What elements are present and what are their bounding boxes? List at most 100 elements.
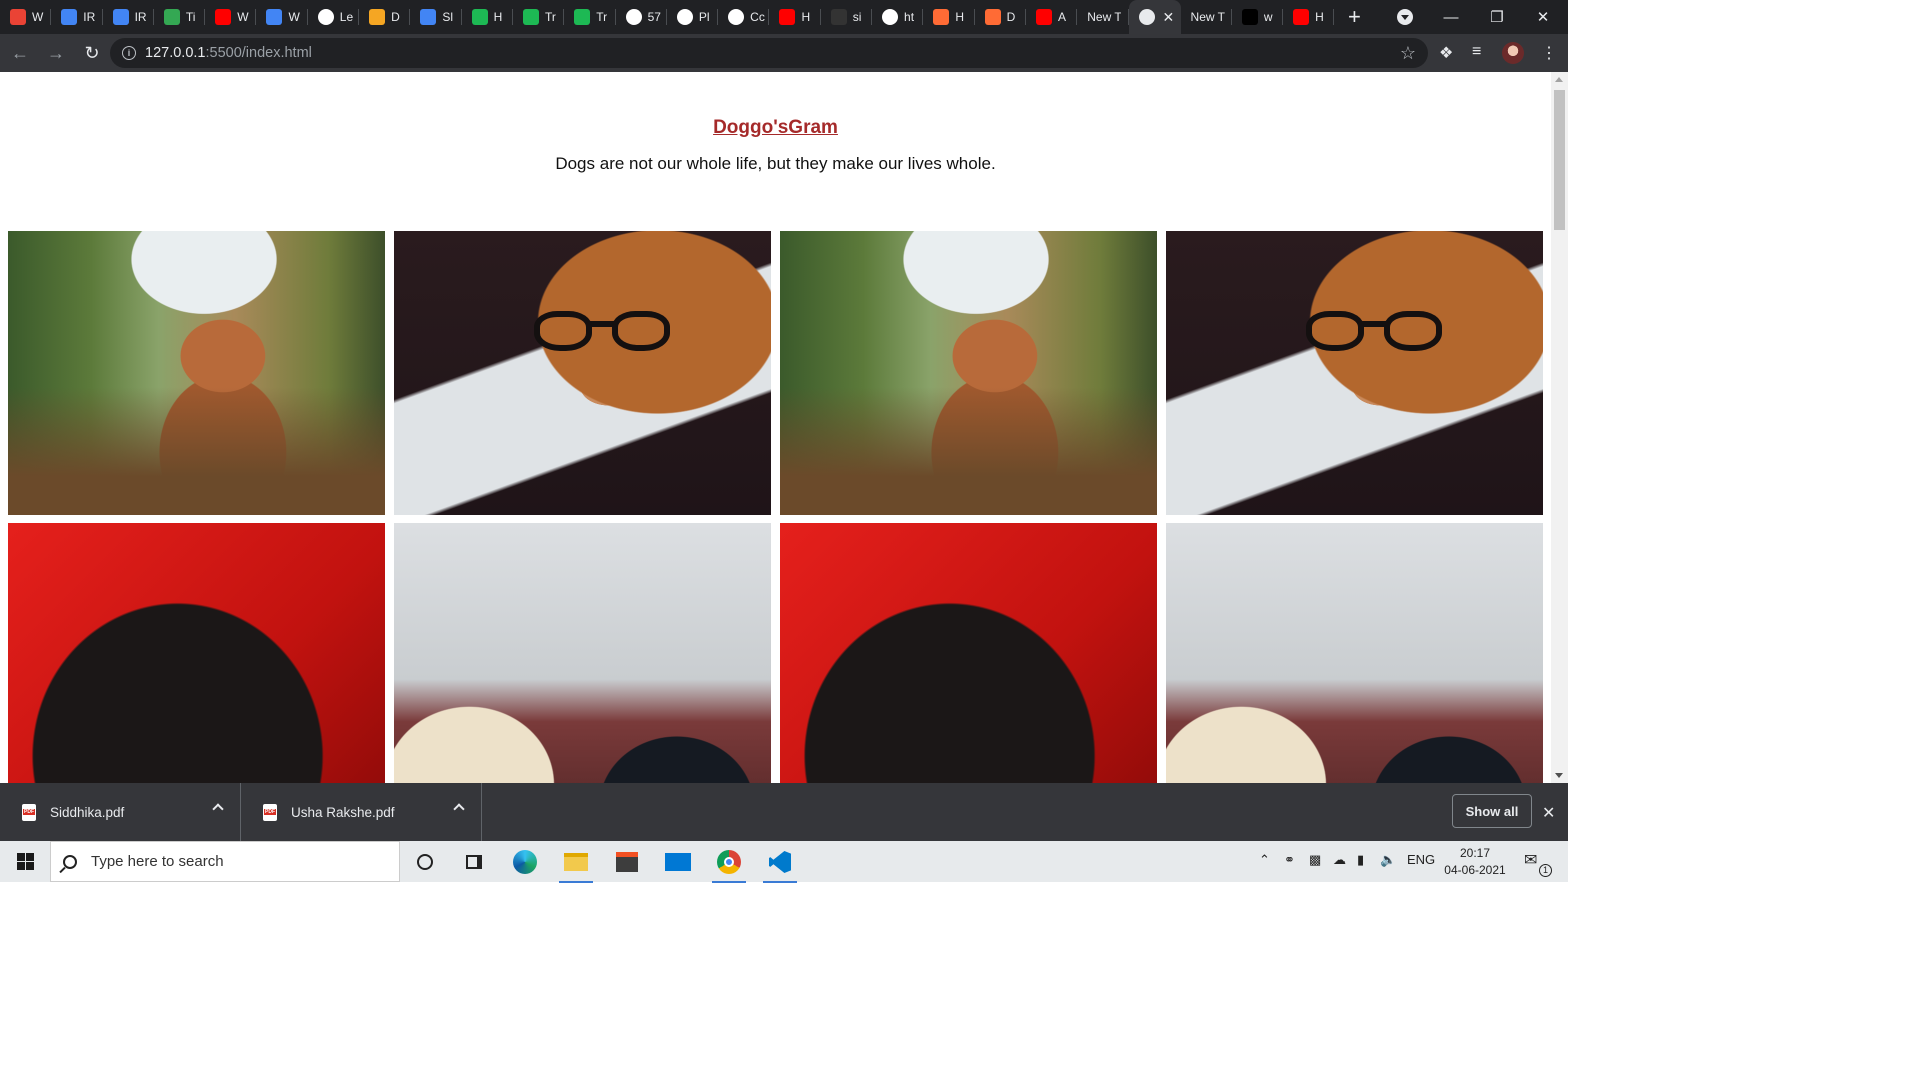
mail-icon[interactable] — [655, 845, 701, 879]
battery-icon[interactable]: ▮ — [1357, 852, 1364, 868]
scroll-down-arrow-icon[interactable] — [1555, 773, 1563, 778]
google-icon — [882, 9, 899, 25]
browser-tab[interactable]: IR — [51, 0, 103, 34]
show-all-downloads-button[interactable]: Show all — [1452, 794, 1532, 828]
site-title-link[interactable]: Doggo'sGram — [0, 117, 1551, 139]
pdf-file-icon — [263, 803, 277, 821]
browser-tab[interactable]: W — [256, 0, 309, 34]
browser-tab[interactable]: W — [205, 0, 257, 34]
show-hidden-icons-chevron-icon[interactable]: ⌃ — [1259, 852, 1270, 868]
youtube-icon — [1035, 9, 1052, 25]
tab-title: D — [391, 10, 400, 24]
close-downloads-icon[interactable]: ✕ — [1542, 803, 1555, 823]
w-icon — [522, 9, 539, 25]
tab-title: W — [32, 10, 44, 24]
dog-photo-grass-dog — [780, 231, 1157, 515]
browser-tab[interactable]: D — [359, 0, 411, 34]
info-icon[interactable]: i — [122, 46, 136, 60]
browser-tab[interactable]: H — [1283, 0, 1335, 34]
tab-title: Ti — [185, 10, 196, 24]
browser-tab[interactable]: W — [0, 0, 52, 34]
browser-tab[interactable]: D — [975, 0, 1027, 34]
wifi-icon[interactable]: ⚭ — [1284, 852, 1295, 868]
browser-tab[interactable]: A — [1026, 0, 1078, 34]
tab-title: w — [1263, 10, 1273, 24]
site-tagline: Dogs are not our whole life, but they ma… — [555, 154, 996, 173]
vscode-icon[interactable] — [757, 845, 803, 883]
download-item[interactable]: Usha Rakshe.pdf — [241, 783, 482, 841]
task-view-icon[interactable] — [451, 845, 497, 879]
volume-icon[interactable]: 🔈 — [1380, 852, 1396, 868]
back-button[interactable]: ← — [4, 37, 36, 69]
tab-strip: W IR IR Ti W W Le D Sl H Tr Tr 57 Pl Cc Hsi ht H D A New T ✕ N… — [0, 0, 1568, 34]
close-window-button[interactable]: ✕ — [1520, 0, 1566, 34]
browser-tab[interactable]: New T — [1181, 0, 1233, 34]
microsoft-store-icon[interactable] — [604, 845, 650, 879]
new-tab-button[interactable]: + — [1334, 0, 1374, 34]
browser-tab[interactable]: Ti — [154, 0, 206, 34]
dog-photo-glasses-dog — [1166, 231, 1543, 515]
browser-tab[interactable]: H — [769, 0, 822, 34]
browser-tab[interactable]: IR — [103, 0, 155, 34]
reload-button[interactable]: ↻ — [76, 37, 108, 69]
url-text[interactable]: 127.0.0.1:5500/index.html — [145, 45, 312, 61]
page-viewport: Doggo'sGram Dogs are not our whole life,… — [0, 72, 1568, 783]
browser-tab[interactable]: H — [462, 0, 514, 34]
browser-tab[interactable]: Pl — [667, 0, 719, 34]
address-bar[interactable]: i 127.0.0.1:5500/index.html ☆ — [110, 38, 1428, 68]
browser-tab[interactable]: Cc — [718, 0, 770, 34]
tab-title: H — [493, 10, 503, 24]
tab-title: H — [955, 10, 965, 24]
file-explorer-icon[interactable] — [553, 845, 599, 883]
chevron-up-icon[interactable] — [453, 803, 465, 815]
notification-count-badge: 1 — [1539, 864, 1552, 877]
browser-tab[interactable]: si — [821, 0, 873, 34]
browser-tab[interactable]: Tr — [513, 0, 565, 34]
onedrive-icon[interactable]: ☁ — [1333, 852, 1346, 868]
browser-tab[interactable]: ht — [872, 0, 924, 34]
meet-now-icon[interactable]: ▩ — [1309, 852, 1321, 868]
cortana-icon[interactable] — [402, 845, 448, 879]
w-icon — [574, 9, 591, 25]
tab-title: IR — [134, 10, 147, 24]
search-icon — [63, 854, 77, 869]
tab-title: ht — [904, 10, 915, 24]
browser-tab[interactable]: New T — [1077, 0, 1129, 34]
media-control-icon[interactable]: ≡ — [1472, 43, 1481, 61]
browser-tab[interactable]: w — [1232, 0, 1284, 34]
scrollbar-thumb[interactable] — [1554, 90, 1565, 230]
extensions-icon[interactable]: ❖ — [1439, 43, 1453, 63]
tab-title: Tr — [596, 10, 608, 24]
chrome-icon[interactable] — [706, 845, 752, 883]
browser-tab[interactable]: H — [923, 0, 975, 34]
notifications-icon[interactable]: ✉ — [1524, 850, 1537, 870]
page-scrollbar[interactable] — [1551, 72, 1568, 783]
scroll-up-arrow-icon[interactable] — [1555, 77, 1563, 82]
restore-button[interactable]: ❐ — [1474, 0, 1520, 34]
taskbar-search-box[interactable]: Type here to search — [50, 841, 400, 882]
browser-tab[interactable]: Sl — [410, 0, 462, 34]
browser-tab[interactable]: 57 — [616, 0, 668, 34]
browser-tab[interactable]: Le — [308, 0, 360, 34]
close-tab-icon[interactable]: ✕ — [1163, 9, 1175, 26]
ir-icon — [61, 9, 78, 25]
glasses-shape — [1306, 299, 1456, 354]
system-clock[interactable]: 20:17 04-06-2021 — [1440, 845, 1510, 879]
chevron-up-icon[interactable] — [212, 803, 224, 815]
minimize-button[interactable]: — — [1428, 0, 1474, 34]
tab-search-icon[interactable] — [1397, 9, 1413, 25]
youtube-icon — [215, 9, 232, 25]
forward-button[interactable]: → — [40, 37, 72, 69]
menu-icon[interactable]: ⋮ — [1541, 43, 1557, 63]
download-item[interactable]: Siddhika.pdf — [0, 783, 241, 841]
codepen-icon — [676, 9, 693, 25]
windows-start-icon[interactable] — [0, 841, 50, 882]
bookmark-star-icon[interactable]: ☆ — [1400, 43, 1416, 64]
w-icon-dark — [1241, 9, 1258, 25]
browser-tab[interactable]: Tr — [564, 0, 616, 34]
edge-browser-icon[interactable] — [502, 845, 548, 879]
active-browser-tab[interactable]: ✕ — [1128, 0, 1181, 34]
language-indicator[interactable]: ENG — [1407, 852, 1435, 867]
profile-avatar[interactable] — [1502, 42, 1524, 64]
tab-title: H — [801, 10, 811, 24]
